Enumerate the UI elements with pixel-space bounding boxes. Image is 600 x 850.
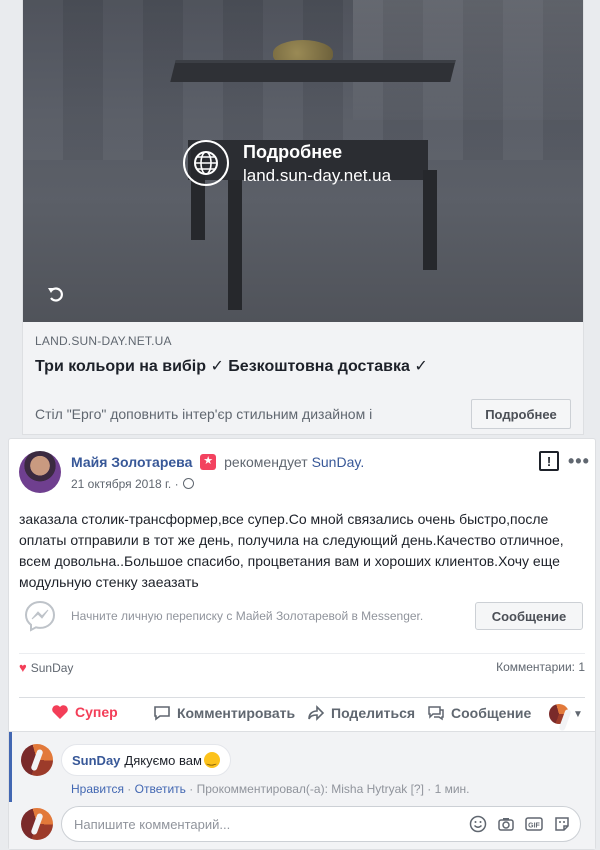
reactor-name[interactable]: SunDay [31,661,74,675]
ad-overlay-title[interactable]: Подробнее [243,142,342,163]
messenger-prompt: Начните личную переписку с Майей Золотар… [71,609,424,623]
more-options-icon[interactable]: ••• [568,451,590,472]
post-date-text[interactable]: 21 октября 2018 г. · [71,477,179,491]
comment-bubble: SunDay Дякуємо вам [61,744,231,776]
comment-button[interactable]: Комментировать [153,704,295,722]
report-icon[interactable]: ! [539,451,559,471]
comment-meta-text: · Прокомментировал(-а): Misha Hytryak [?… [189,782,470,796]
message-action-button[interactable]: Сообщение [427,704,531,722]
ad-image[interactable]: Подробнее land.sun-day.net.ua [23,0,583,322]
comment-reply-link[interactable]: Ответить [135,782,186,796]
ad-image-floor [23,200,583,322]
comments-area: SunDay Дякуємо вам Нравится · Ответить ·… [9,731,595,849]
comment-text: Дякуємо вам [124,752,202,768]
share-icon [307,704,325,722]
review-text: заказала столик-трансформер,все супер.Со… [19,511,564,590]
comments-count[interactable]: Комментарии: 1 [496,660,585,674]
public-globe-icon [182,478,194,489]
share-button[interactable]: Поделиться [307,704,415,722]
share-label: Поделиться [331,705,416,721]
comment-label: Комментировать [177,705,296,721]
love-reaction-button[interactable]: Супер [51,704,118,720]
comment-input[interactable]: Напишите комментарий... GIF [61,806,581,842]
comment-meta: Нравится · Ответить · Прокомментировал(-… [71,782,470,796]
comment-author[interactable]: SunDay [72,753,120,768]
comment-input-placeholder: Напишите комментарий... [74,817,231,832]
ad-domain: LAND.SUN-DAY.NET.UA [35,334,172,348]
table-top [170,60,456,82]
chevron-down-icon: ▼ [573,708,583,720]
review-header: Майя Золотарева рекомендует SunDay. [71,454,364,470]
ad-headline[interactable]: Три кольори на вибір ✓ Безкоштовна доста… [35,356,435,378]
compose-icons: GIF [468,814,572,834]
post-date[interactable]: 21 октября 2018 г. · [71,477,194,491]
gif-icon[interactable]: GIF [524,814,544,834]
svg-text:GIF: GIF [528,823,540,830]
comment-like-link[interactable]: Нравится [71,782,124,796]
author-name[interactable]: Майя Золотарева [71,454,192,470]
send-message-button[interactable]: Сообщение [475,602,583,630]
stats-row: ♥ SunDay Комментарии: 1 [19,653,585,677]
sticker-icon[interactable] [552,814,572,834]
ad-info[interactable]: LAND.SUN-DAY.NET.UA Три кольори на вибір… [23,322,583,435]
message-label: Сообщение [451,705,532,721]
recommend-icon [200,454,217,470]
emoji-icon[interactable] [468,814,488,834]
review-card: Майя Золотарева рекомендует SunDay. 21 о… [8,438,596,850]
table-leg [423,170,437,270]
ad-card: Подробнее land.sun-day.net.ua LAND.SUN-D… [22,0,584,435]
globe-icon[interactable] [183,140,229,186]
table-leg [228,180,242,310]
smile-emoji-icon [203,752,220,768]
replay-icon[interactable] [45,283,67,305]
recommends-text: рекомендует [224,454,308,470]
ad-overlay-url[interactable]: land.sun-day.net.ua [243,166,391,186]
learn-more-button[interactable]: Подробнее [471,399,571,429]
new-comment-marker [9,732,12,802]
reactions-summary[interactable]: ♥ SunDay [19,660,73,675]
comment-icon [153,704,171,722]
compose-avatar [21,808,53,840]
messenger-icon [23,599,57,633]
heart-icon [51,704,69,720]
message-icon [427,704,445,722]
commenter-avatar[interactable] [21,744,53,776]
comment-as-selector[interactable]: ▼ [549,704,583,724]
camera-icon[interactable] [496,814,516,834]
heart-icon: ♥ [19,660,27,675]
avatar[interactable] [19,451,61,493]
ad-description: Стіл "Eрго" доповнить інтер'єр стильним … [35,406,373,422]
page-logo-small [549,704,569,724]
actions-row: Супер Комментировать Поделиться Сообщени… [19,697,585,727]
love-label: Супер [75,704,118,720]
messenger-bar: Начните личную переписку с Майей Золотар… [19,597,587,637]
meta-separator: · [127,782,132,796]
page-link[interactable]: SunDay. [312,454,365,470]
